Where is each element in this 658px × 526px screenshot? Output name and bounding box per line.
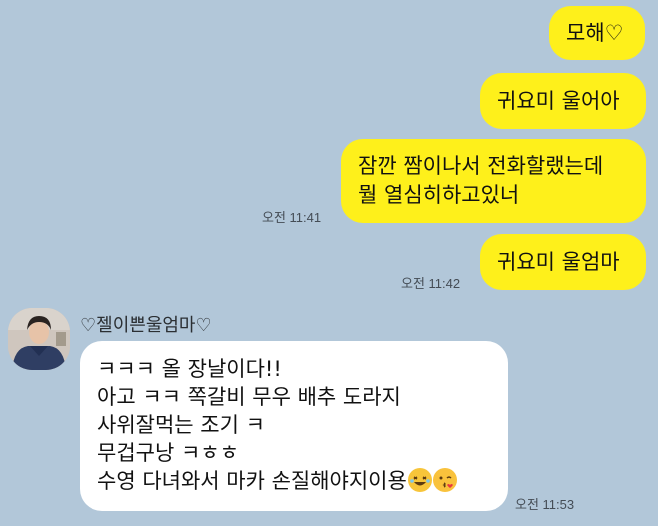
message-line: 무겁구낭 ㅋㅎㅎ — [97, 441, 239, 465]
incoming-message-bubble[interactable]: ㅋㅋㅋ 올 장날이다!! 아고 ㅋㅋ 쪽갈비 무우 배추 도라지 사위잘먹는 조… — [80, 341, 508, 511]
message-line: 수영 다녀와서 마카 손질해야지이용 — [97, 469, 407, 493]
message-line: ㅋㅋㅋ 올 장날이다!! — [97, 357, 282, 381]
message-text: 모해♡ — [566, 21, 624, 45]
message-line: 사위잘먹는 조기 ㅋ — [97, 413, 265, 437]
message-timestamp: 오전 11:41 — [262, 210, 322, 225]
message-line-with-emojis: 수영 다녀와서 마카 손질해야지이용 — [97, 467, 508, 495]
outgoing-message-bubble[interactable]: 모해♡ — [549, 6, 645, 60]
kissing-wink-emoji-icon — [432, 468, 457, 492]
message-timestamp: 오전 11:42 — [401, 276, 461, 291]
sender-avatar[interactable] — [8, 308, 70, 370]
rolling-on-floor-laughing-emoji-icon — [407, 468, 432, 492]
message-timestamp: 오전 11:53 — [515, 497, 575, 512]
outgoing-message-bubble[interactable]: 귀요미 울엄마 — [480, 234, 646, 290]
message-text: 뭘 열심히하고있너 — [358, 183, 520, 207]
outgoing-message-bubble[interactable]: 귀요미 울어아 — [480, 73, 646, 129]
message-text: 귀요미 울엄마 — [497, 250, 620, 274]
profile-photo-icon — [8, 308, 70, 370]
message-line: 아고 ㅋㅋ 쪽갈비 무우 배추 도라지 — [97, 385, 401, 409]
outgoing-message-bubble[interactable]: 잠깐 짬이나서 전화할랬는데 뭘 열심히하고있너 — [341, 139, 646, 223]
message-text: 귀요미 울어아 — [497, 89, 620, 113]
sender-name: ♡젤이쁜울엄마♡ — [80, 315, 212, 336]
message-text: 잠깐 짬이나서 전화할랬는데 — [358, 154, 604, 178]
